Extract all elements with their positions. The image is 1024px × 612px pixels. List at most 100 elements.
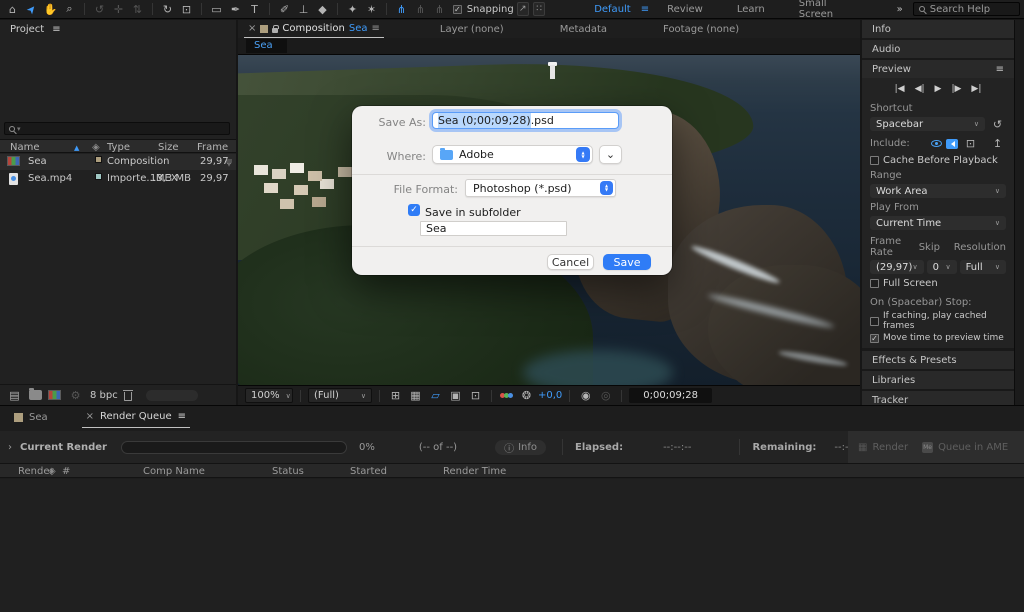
- tab-composition-sea[interactable]: × Composition Sea ≡: [244, 20, 384, 38]
- region-of-interest-icon[interactable]: ▱: [427, 389, 444, 402]
- view-axis-mode-icon[interactable]: ⋔: [431, 3, 448, 16]
- roto-brush-tool-icon[interactable]: ✦: [344, 3, 361, 16]
- project-table-header[interactable]: Name ▲ ◈ Type Size Frame Ra...: [0, 139, 236, 153]
- label-color-swatch[interactable]: [95, 173, 102, 180]
- close-tab-icon[interactable]: ×: [248, 23, 256, 34]
- zoom-tool-icon[interactable]: ⌕: [61, 2, 78, 16]
- home-icon[interactable]: ⌂: [4, 3, 21, 16]
- panel-audio[interactable]: Audio: [862, 40, 1014, 58]
- render-queue-empty-area[interactable]: [0, 479, 1024, 612]
- hand-tool-icon[interactable]: ✋: [42, 3, 59, 16]
- project-search-input[interactable]: ▾: [4, 122, 230, 135]
- save-button[interactable]: Save: [603, 254, 651, 270]
- workspace-menu-icon[interactable]: ≡: [641, 4, 649, 15]
- move-time-checkbox[interactable]: ✓: [870, 334, 879, 343]
- comp-region-icon[interactable]: ⊡: [467, 389, 484, 402]
- workspace-default[interactable]: Default: [594, 4, 631, 15]
- resolution-preview-dropdown[interactable]: Full∨: [960, 260, 1006, 274]
- pan-camera-tool-icon[interactable]: ✛: [110, 3, 127, 16]
- tab-layer[interactable]: Layer (none): [440, 24, 504, 35]
- snapping-checkbox[interactable]: ✓: [453, 5, 462, 14]
- exposure-value[interactable]: +0,0: [538, 390, 562, 401]
- subfolder-name-input[interactable]: Sea: [420, 221, 567, 236]
- lock-icon[interactable]: [272, 28, 278, 33]
- workspace-small-screen[interactable]: Small Screen: [799, 0, 847, 20]
- column-comp-name[interactable]: Comp Name: [143, 466, 205, 477]
- brush-tool-icon[interactable]: ✐: [276, 3, 293, 16]
- label-tag-icon[interactable]: ◈: [48, 466, 56, 477]
- mask-visibility-icon[interactable]: ▣: [447, 389, 464, 402]
- delete-icon[interactable]: [124, 392, 132, 401]
- panel-info[interactable]: Info: [862, 20, 1014, 38]
- camera-tool-icon[interactable]: ⊡: [178, 3, 195, 16]
- clone-stamp-tool-icon[interactable]: ⊥: [295, 3, 312, 16]
- project-row-sea-mp4[interactable]: Sea.mp4 Importe...MEX 13,3 MB 29,97: [0, 171, 236, 187]
- close-tab-icon[interactable]: ×: [86, 411, 94, 422]
- search-help-input[interactable]: Search Help: [913, 2, 1020, 16]
- column-status[interactable]: Status: [272, 466, 304, 477]
- resolution-dropdown[interactable]: (Full)∨: [308, 388, 372, 403]
- share-preview-icon[interactable]: ↥: [989, 137, 1006, 150]
- cancel-button[interactable]: Cancel: [547, 254, 594, 270]
- tab-render-queue[interactable]: × Render Queue ≡: [82, 406, 190, 428]
- column-number[interactable]: #: [62, 466, 70, 477]
- panel-menu-icon[interactable]: ≡: [178, 411, 186, 422]
- column-type[interactable]: Type: [107, 142, 130, 153]
- expand-chevron-icon[interactable]: ›: [8, 442, 12, 453]
- local-axis-mode-icon[interactable]: ⋔: [393, 3, 410, 16]
- new-composition-icon[interactable]: [48, 390, 61, 400]
- last-frame-button[interactable]: ▶|: [971, 84, 981, 94]
- pen-tool-icon[interactable]: ✒: [227, 3, 244, 16]
- skip-dropdown[interactable]: 0∨: [927, 260, 957, 274]
- column-render-time[interactable]: Render Time: [443, 466, 506, 477]
- snap-along-edges-icon[interactable]: ∷: [533, 2, 545, 16]
- interpret-footage-icon[interactable]: ▤: [6, 389, 23, 402]
- column-name[interactable]: Name: [10, 142, 40, 153]
- filename-input[interactable]: Sea (0;00;09;28) .psd: [432, 112, 619, 129]
- rectangle-tool-icon[interactable]: ▭: [208, 3, 225, 16]
- column-started[interactable]: Started: [350, 466, 387, 477]
- color-depth-button[interactable]: 8 bpc: [90, 390, 118, 401]
- shortcut-dropdown[interactable]: Spacebar∨: [870, 117, 985, 131]
- project-panel-menu-icon[interactable]: ≡: [52, 24, 60, 35]
- show-channel-icon[interactable]: [501, 393, 513, 398]
- project-row-sea[interactable]: Sea Composition 29,97 ⋔: [0, 154, 236, 170]
- workspace-review[interactable]: Review: [667, 4, 703, 15]
- sort-ascending-icon[interactable]: ▲: [74, 144, 79, 152]
- previous-frame-button[interactable]: ◀|: [915, 84, 925, 94]
- column-size[interactable]: Size: [158, 142, 179, 153]
- snap-to-feature-icon[interactable]: ↗: [517, 2, 529, 16]
- save-in-subfolder-checkbox[interactable]: ✓: [408, 204, 420, 216]
- project-flowchart-button[interactable]: [146, 390, 198, 401]
- label-tag-icon[interactable]: ◈: [92, 142, 100, 153]
- fast-previews-icon[interactable]: ❂: [518, 389, 535, 402]
- reset-icon[interactable]: ↺: [989, 118, 1006, 131]
- snapshot-camera-icon[interactable]: ◉: [577, 389, 594, 402]
- type-tool-icon[interactable]: T: [246, 3, 263, 16]
- new-folder-icon[interactable]: [29, 390, 42, 400]
- panel-libraries[interactable]: Libraries: [862, 371, 1014, 389]
- dolly-camera-tool-icon[interactable]: ⇅: [129, 3, 146, 16]
- file-format-dropdown[interactable]: Photoshop (*.psd) ▲▼: [465, 179, 616, 197]
- play-from-dropdown[interactable]: Current Time∨: [870, 216, 1006, 230]
- disclosure-button[interactable]: ⌄: [599, 145, 622, 164]
- panel-effects-presets[interactable]: Effects & Presets: [862, 351, 1014, 369]
- rotation-tool-icon[interactable]: ↻: [159, 3, 176, 16]
- comp-breadcrumb[interactable]: Sea: [246, 39, 287, 53]
- tab-footage[interactable]: Footage (none): [663, 24, 739, 35]
- show-snapshot-icon[interactable]: ◎: [597, 389, 614, 402]
- puppet-pin-tool-icon[interactable]: ✶: [363, 3, 380, 16]
- transparency-grid-icon[interactable]: ▦: [407, 389, 424, 402]
- play-cached-frames-checkbox[interactable]: [870, 317, 879, 326]
- world-axis-mode-icon[interactable]: ⋔: [412, 3, 429, 16]
- first-frame-button[interactable]: |◀: [895, 84, 905, 94]
- orbit-camera-tool-icon[interactable]: ↺: [91, 3, 108, 16]
- selection-tool-icon[interactable]: ➤: [21, 0, 42, 20]
- label-color-swatch[interactable]: [95, 156, 102, 163]
- panel-preview[interactable]: Preview ≡: [862, 60, 1014, 78]
- render-info-button[interactable]: ⓘ Info: [495, 440, 546, 455]
- eraser-tool-icon[interactable]: ◆: [314, 3, 331, 16]
- frame-rate-dropdown[interactable]: (29,97)∨: [870, 260, 924, 274]
- where-dropdown[interactable]: Adobe ▲▼: [432, 145, 593, 164]
- workspace-overflow-icon[interactable]: »: [897, 4, 903, 15]
